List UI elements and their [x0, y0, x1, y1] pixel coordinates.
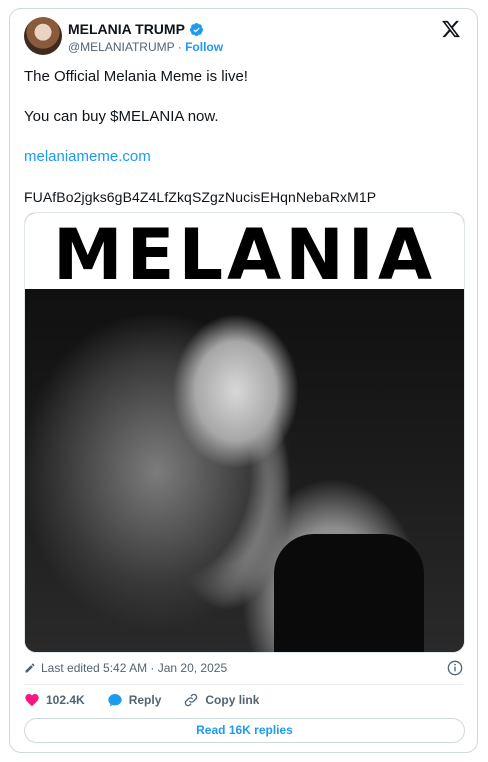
tweet-media-image[interactable]: MELANIA	[24, 212, 465, 653]
portrait-photo	[25, 289, 464, 652]
heart-icon	[25, 694, 39, 707]
author-handle-row: @MELANIATRUMP · Follow	[68, 40, 223, 54]
reply-bubble-icon	[108, 694, 122, 707]
edit-timestamp-row[interactable]: Last edited 5:42 AM · Jan 20, 2025	[24, 661, 227, 675]
avatar[interactable]	[24, 17, 62, 55]
reply-label: Reply	[128, 693, 162, 707]
reply-button[interactable]: Reply	[107, 692, 162, 708]
x-logo-icon[interactable]	[441, 19, 461, 39]
media-title-text: MELANIA	[52, 214, 437, 296]
follow-button[interactable]: Follow	[185, 40, 223, 54]
handle-separator: ·	[174, 40, 186, 54]
copy-link-label: Copy link	[205, 693, 260, 707]
author-name-row: MELANIA TRUMP	[68, 21, 204, 37]
tweet-line-1: The Official Melania Meme is live!	[24, 68, 248, 85]
copy-link-button[interactable]: Copy link	[183, 692, 259, 708]
verified-badge-icon	[189, 22, 203, 36]
info-icon[interactable]	[447, 660, 463, 676]
tweet-line-2: You can buy $MELANIA now.	[24, 108, 219, 125]
dress-shape	[274, 534, 424, 652]
edited-timestamp: Last edited 5:42 AM · Jan 20, 2025	[41, 661, 228, 675]
pencil-icon	[25, 663, 35, 673]
tweet-card: MELANIA TRUMP @MELANIATRUMP · Follow The…	[9, 8, 478, 753]
author-handle[interactable]: @MELANIATRUMP	[68, 40, 174, 54]
link-icon	[185, 693, 198, 707]
tweet-link[interactable]: melaniameme.com	[24, 147, 151, 167]
divider	[24, 684, 463, 685]
read-replies-button[interactable]: Read 16K replies	[24, 718, 465, 743]
like-count: 102.4K	[46, 693, 85, 707]
action-bar: 102.4K Reply Copy link	[24, 692, 281, 708]
media-banner: MELANIA	[25, 213, 464, 293]
author-display-name[interactable]: MELANIA TRUMP	[68, 21, 185, 37]
like-button[interactable]: 102.4K	[24, 692, 85, 708]
contract-address: FUAfBo2jgks6gB4Z4LfZkqSZgzNucisEHqnNebaR…	[24, 189, 377, 205]
